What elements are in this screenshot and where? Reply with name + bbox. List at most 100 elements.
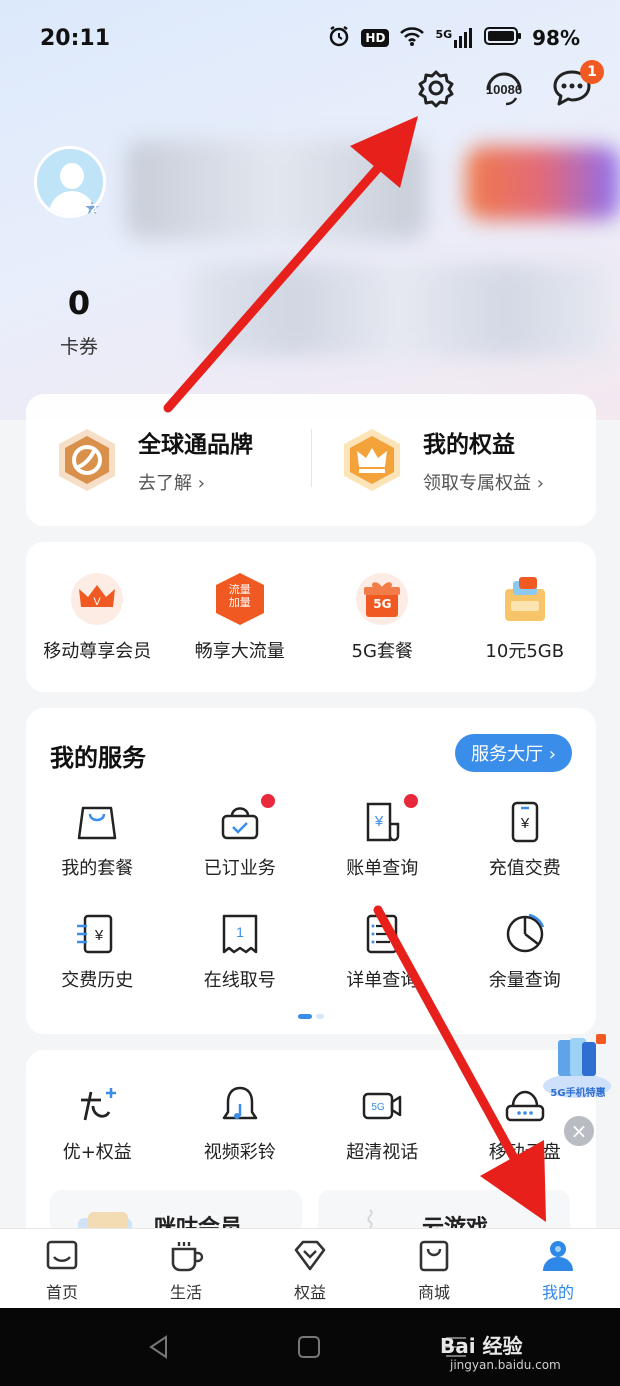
tab-home[interactable]: 首页 xyxy=(0,1229,124,1308)
status-time: 20:11 xyxy=(40,25,111,51)
service-label: 我的套餐 xyxy=(61,858,134,879)
global-brand-icon xyxy=(54,427,120,493)
youplus-icon xyxy=(75,1084,119,1128)
service-label: 余量查询 xyxy=(488,970,561,991)
bag-icon xyxy=(75,800,119,844)
brand-subtitle: 去了解 › xyxy=(138,473,205,494)
list-doc-icon xyxy=(360,912,404,956)
gift-5g-icon: 5G xyxy=(354,571,410,627)
tab-shop[interactable]: 商城 xyxy=(372,1229,496,1308)
benefits-subtitle: 领取专属权益 › xyxy=(423,473,544,494)
home-nav-icon[interactable] xyxy=(296,1334,322,1360)
more-label: 优+权益 xyxy=(62,1142,132,1163)
global-brand-entry[interactable]: 全球通品牌 去了解 › xyxy=(26,425,311,495)
messages-button[interactable]: 1 xyxy=(550,60,604,110)
service-alert-dot xyxy=(403,794,418,808)
close-icon[interactable]: × xyxy=(562,1114,596,1148)
tab-label: 首页 xyxy=(45,1283,78,1302)
pie-chart-icon xyxy=(503,912,547,956)
basket-check-icon xyxy=(218,800,262,844)
page-indicator xyxy=(298,1014,324,1019)
message-badge: 1 xyxy=(580,60,604,84)
svg-text:¥: ¥ xyxy=(374,813,384,830)
promo-label: 10元5GB xyxy=(485,641,565,662)
service-label: 账单查询 xyxy=(346,858,419,879)
crown-icon: V xyxy=(69,571,125,627)
settings-button[interactable] xyxy=(414,66,458,110)
tab-benefits[interactable]: 权益 xyxy=(248,1229,372,1308)
service-recharge[interactable]: ¥ 充值交费 xyxy=(454,800,597,880)
service-subscribed[interactable]: 已订业务 xyxy=(169,794,312,880)
redacted-username xyxy=(126,140,426,240)
service-detail-query[interactable]: 详单查询 xyxy=(311,912,454,992)
person-icon xyxy=(543,1241,573,1271)
promo-data[interactable]: 流量加量 畅享大流量 xyxy=(170,571,310,663)
headset-icon: 10086 xyxy=(486,72,522,106)
back-icon[interactable] xyxy=(146,1334,172,1360)
svg-text:5G: 5G xyxy=(372,1102,386,1113)
service-label: 已订业务 xyxy=(203,858,276,879)
tab-mine[interactable]: 我的 xyxy=(496,1229,620,1308)
promo-label: 5G套餐 xyxy=(351,641,413,662)
my-services-card: 我的服务 服务大厅 › 我的套餐 已订业务 ¥ 账单查询 ¥ 充值交费 ¥ 交费… xyxy=(26,708,596,1034)
alarm-icon xyxy=(327,24,351,53)
service-label: 充值交费 xyxy=(488,858,561,879)
tab-label: 我的 xyxy=(541,1283,574,1302)
hotline-number: 10086 xyxy=(486,82,522,97)
more-label: 超清视话 xyxy=(346,1142,419,1163)
svg-text:¥: ¥ xyxy=(520,815,530,832)
my-benefits-entry[interactable]: 我的权益 领取专属权益 › xyxy=(311,425,596,495)
cup-icon xyxy=(171,1242,204,1272)
signal-icon: 5G xyxy=(435,28,474,48)
more-youplus[interactable]: 优+权益 xyxy=(26,1084,169,1164)
floating-promo[interactable]: 5G手机特惠 xyxy=(540,1034,614,1102)
data-hex-text: 流量加量 xyxy=(228,583,251,609)
service-payment-history[interactable]: ¥ 交费历史 xyxy=(26,912,169,992)
service-hall-button[interactable]: 服务大厅 › xyxy=(455,734,572,772)
promo-vip[interactable]: V 移动尊享会员 xyxy=(27,571,167,663)
tab-life[interactable]: 生活 xyxy=(124,1229,248,1308)
battery-level: 98% xyxy=(532,26,580,50)
coupon-label: 卡券 xyxy=(59,336,98,358)
promo-10yuan[interactable]: 10元5GB xyxy=(455,571,595,663)
bell-icon xyxy=(218,1084,262,1128)
service-online-queue[interactable]: 1 在线取号 xyxy=(169,912,312,992)
shop-bag-icon xyxy=(419,1240,449,1272)
redacted-member-badge xyxy=(466,146,620,220)
services-title: 我的服务 xyxy=(50,744,146,772)
gear-icon xyxy=(418,70,454,108)
wifi-icon xyxy=(399,25,425,52)
more-services-card: 优+权益 视频彩铃 5G 超清视话 移动云盘 咪咕会员 云游戏 xyxy=(26,1050,596,1250)
svg-text:V: V xyxy=(94,596,102,608)
promo-card: V 移动尊享会员 流量加量 畅享大流量 5G 5G套餐 10元5GB xyxy=(26,542,596,692)
service-my-plan[interactable]: 我的套餐 xyxy=(26,800,169,880)
coupon-stat[interactable]: 0 卡券 xyxy=(40,284,118,359)
bag-icon xyxy=(497,571,553,627)
more-label: 视频彩铃 xyxy=(203,1142,276,1163)
svg-text:¥: ¥ xyxy=(94,927,104,944)
more-hd-video-call[interactable]: 5G 超清视话 xyxy=(311,1084,454,1164)
service-alert-dot xyxy=(261,794,275,808)
header-actions: 10086 1 xyxy=(414,60,604,110)
hotline-button[interactable]: 10086 xyxy=(482,66,526,110)
home-icon xyxy=(46,1240,78,1270)
more-video-ringtone[interactable]: 视频彩铃 xyxy=(169,1084,312,1164)
promo-5g[interactable]: 5G 5G套餐 xyxy=(312,571,452,663)
brand-title: 全球通品牌 xyxy=(138,432,253,458)
promo-label: 畅享大流量 xyxy=(194,641,285,662)
svg-text:1: 1 xyxy=(236,924,244,940)
system-nav-bar xyxy=(0,1308,620,1386)
service-label: 在线取号 xyxy=(203,970,276,991)
receipt-yuan-icon: ¥ xyxy=(75,912,119,956)
service-balance-query[interactable]: 余量查询 xyxy=(454,912,597,992)
video-call-icon: 5G xyxy=(360,1084,404,1128)
benefits-title: 我的权益 xyxy=(423,432,515,458)
service-label: 交费历史 xyxy=(61,970,134,991)
service-bill-query[interactable]: ¥ 账单查询 xyxy=(311,794,454,880)
gift-5g-text: 5G xyxy=(373,597,392,611)
watermark-url: jingyan.baidu.com xyxy=(450,1358,561,1372)
diamond-icon xyxy=(294,1240,326,1271)
crown-hex-icon xyxy=(339,427,405,493)
redacted-stats xyxy=(190,264,610,356)
coupon-count: 0 xyxy=(67,284,91,322)
